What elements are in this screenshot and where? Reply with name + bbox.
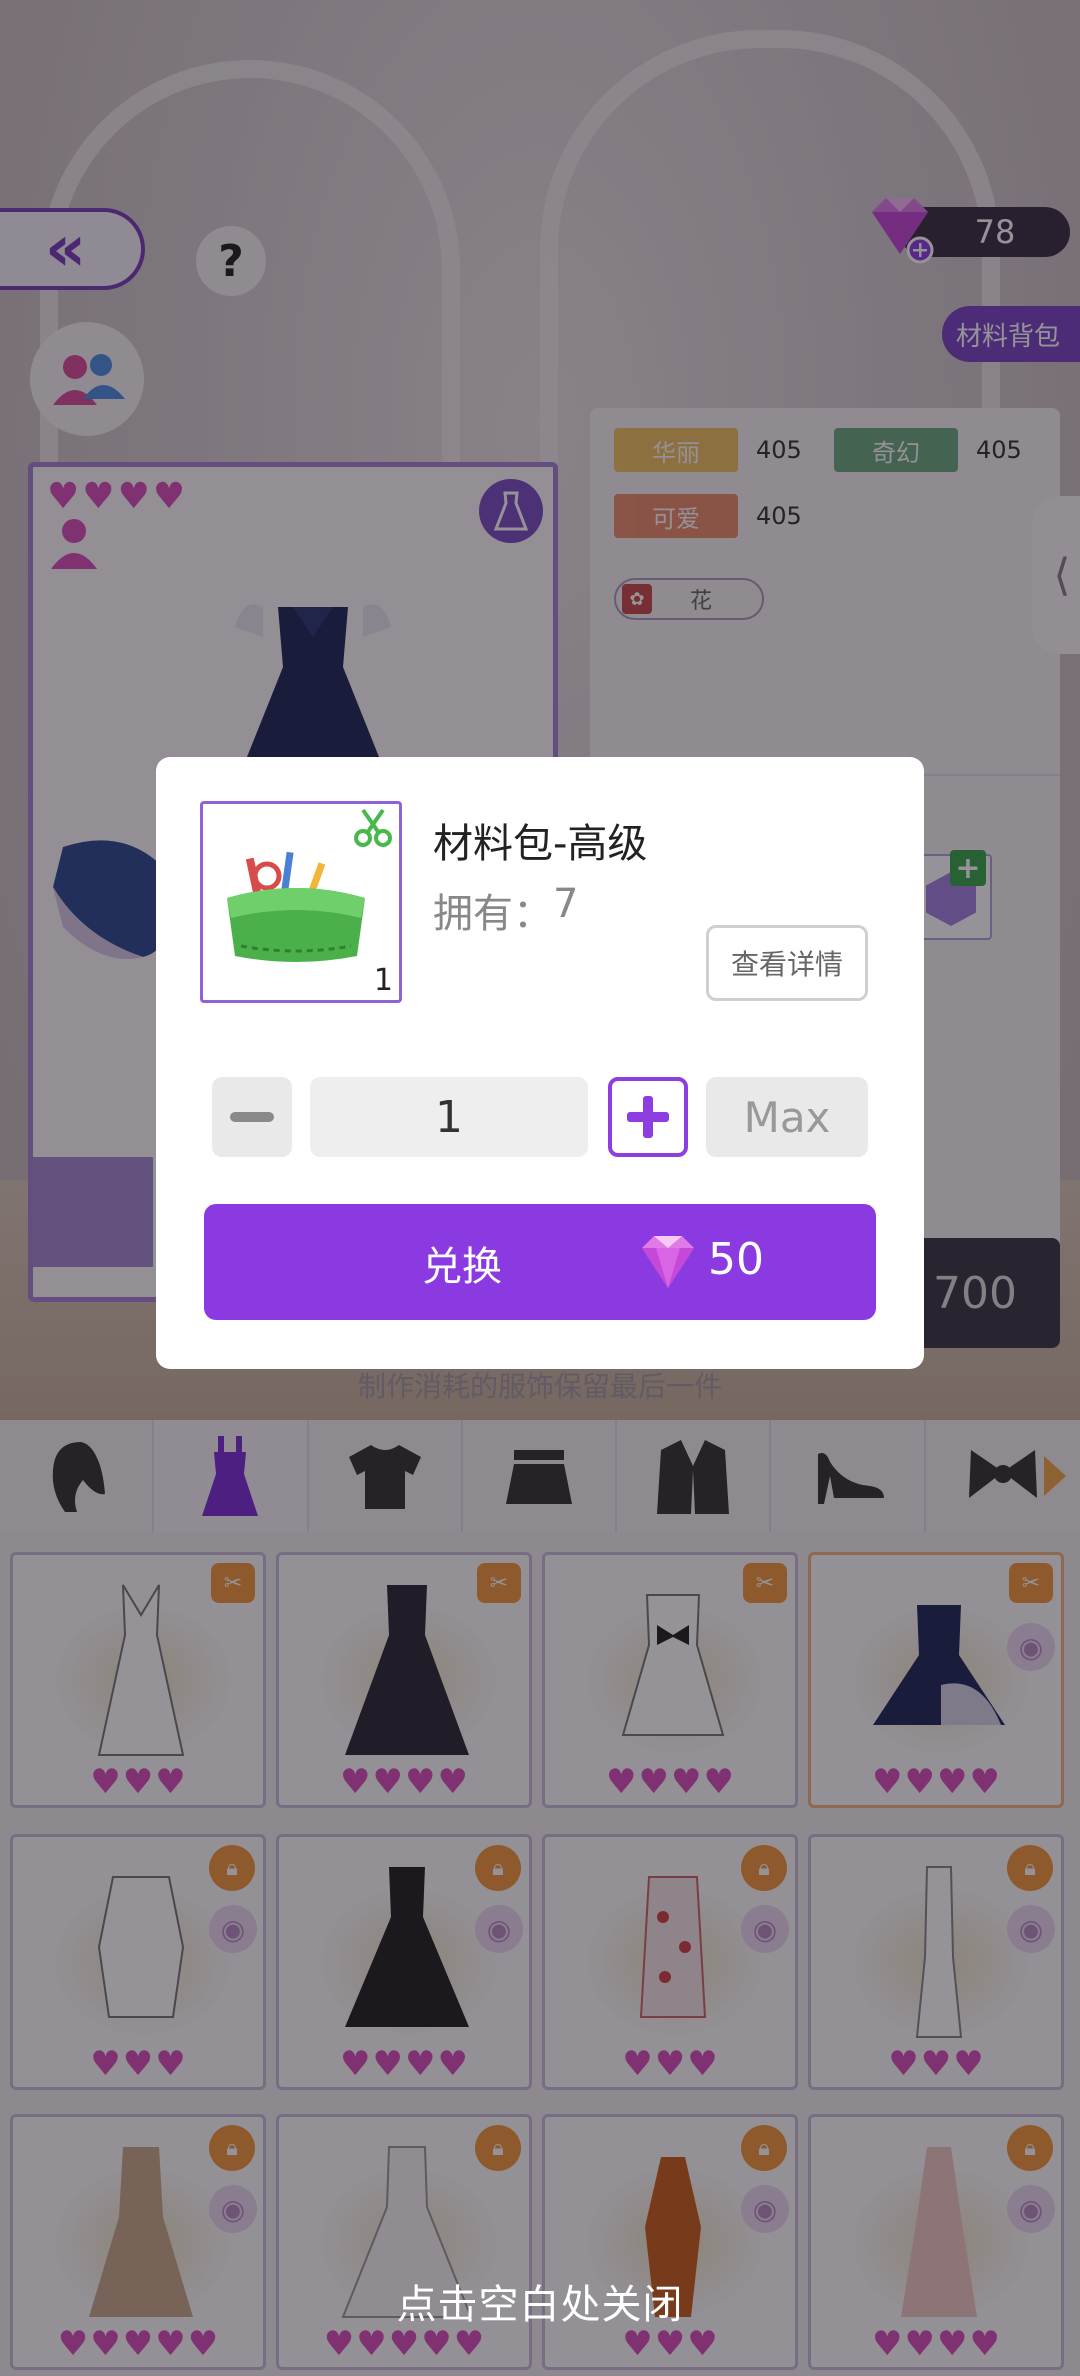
item-thumb-count: 1 [373, 963, 393, 998]
item-name: 材料包-高级 [433, 821, 648, 867]
max-label: Max [743, 1092, 831, 1142]
owned-count: 7 [553, 881, 579, 927]
close-hint: 点击空白处关闭 [396, 2282, 684, 2328]
item-thumbnail: 1 [200, 801, 402, 1003]
increase-quantity-button[interactable] [608, 1077, 688, 1157]
plus-icon [627, 1096, 669, 1138]
minus-icon [230, 1112, 274, 1122]
scissors-icon [354, 808, 392, 847]
material-pouch-icon [227, 851, 365, 962]
view-details-label: 查看详情 [730, 948, 843, 981]
exchange-price: 50 [708, 1234, 764, 1285]
owned-info: 拥有： 7 [433, 881, 578, 939]
exchange-dialog: 1 材料包-高级 拥有： 7 查看详情 1 Max 兑换 50 [156, 757, 924, 1369]
view-details-button[interactable]: 查看详情 [706, 925, 868, 1001]
exchange-button[interactable]: 兑换 50 [204, 1204, 876, 1320]
diamond-icon [642, 1236, 694, 1288]
exchange-label: 兑换 [422, 1244, 502, 1290]
max-quantity-button[interactable]: Max [706, 1077, 868, 1157]
owned-label: 拥有： [433, 891, 553, 937]
quantity-input[interactable]: 1 [310, 1077, 588, 1157]
decrease-quantity-button[interactable] [212, 1077, 292, 1157]
quantity-value: 1 [435, 1091, 463, 1143]
